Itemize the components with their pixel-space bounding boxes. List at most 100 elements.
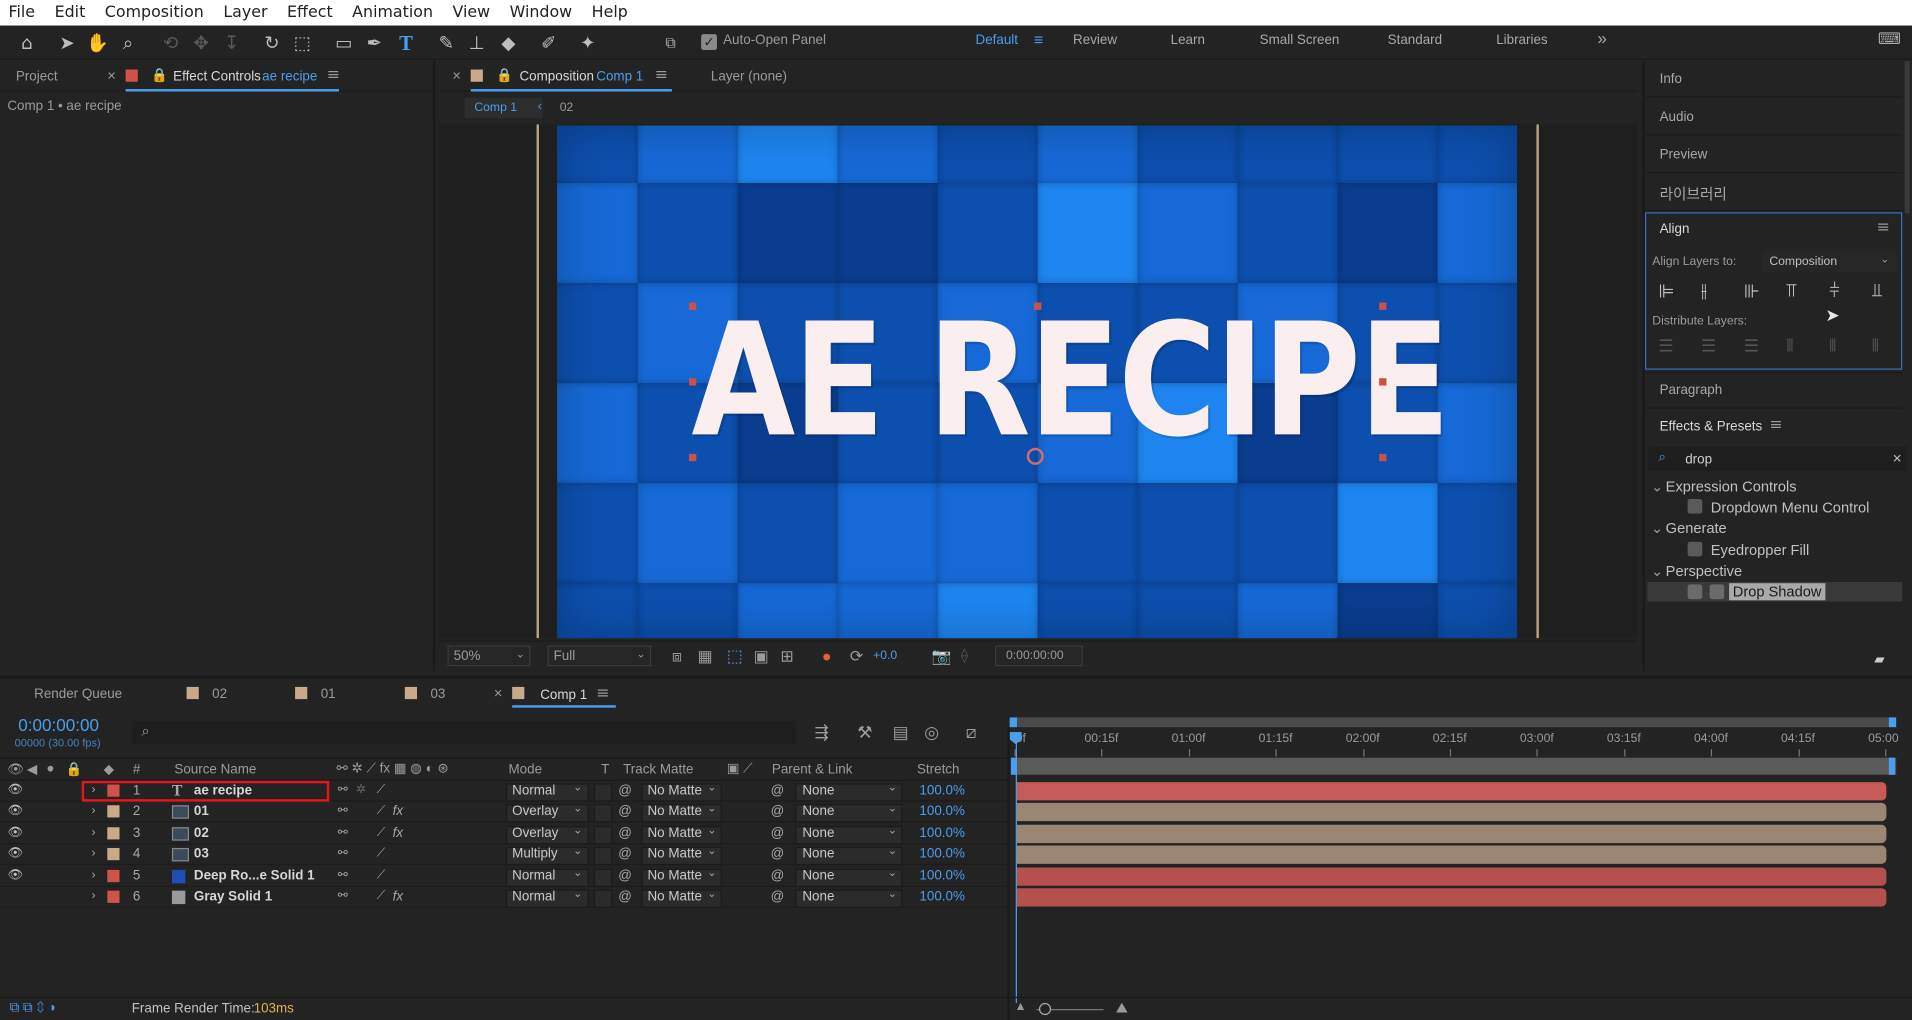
tab-comp-03[interactable]: 03 (430, 687, 445, 702)
clear-search-icon[interactable]: × (1892, 449, 1901, 467)
group-expander-icon[interactable]: ⌄ (1651, 520, 1663, 537)
quality-switch-icon[interactable]: ⟋ (377, 889, 386, 902)
parent-pickwhip-icon[interactable]: @ (771, 783, 785, 798)
lock-header-icon[interactable]: 🔒 (66, 761, 83, 778)
video-toggle-header-icon[interactable]: 👁 (7, 761, 24, 778)
zoom-in-icon[interactable]: ⛰ (1116, 999, 1128, 1017)
collapse-switch-icon[interactable]: ✲ (356, 783, 366, 796)
layer-label-swatch[interactable] (107, 848, 120, 861)
align-right-icon[interactable]: ⊪ (1744, 281, 1760, 303)
mask-path-visibility-icon[interactable]: ⬚ (727, 645, 743, 666)
group-expression-controls[interactable]: Expression Controls (1666, 478, 1797, 495)
close-tab-icon[interactable]: × (107, 67, 116, 84)
layer-search-input[interactable] (131, 721, 797, 745)
layer-stretch[interactable]: 100.0% (919, 847, 964, 862)
transform-handle[interactable] (1034, 302, 1042, 310)
distribute-right-icon[interactable]: ⫴ (1872, 336, 1879, 357)
tab-comp-1[interactable]: Comp 1 (540, 688, 587, 703)
anchor-point-icon[interactable] (1026, 447, 1044, 465)
guides-icon[interactable]: ⊞ (780, 647, 793, 667)
expand-chevron-icon[interactable]: › (91, 868, 95, 881)
workspace-standard[interactable]: Standard (1388, 33, 1442, 48)
layer-bar[interactable] (1016, 888, 1887, 907)
clone-stamp-icon[interactable]: ⊥ (465, 31, 489, 55)
timeline-panel-menu-icon[interactable]: ≡ (596, 684, 609, 702)
channel-icon[interactable]: ● (822, 647, 832, 665)
workspace-overflow-icon[interactable]: » (1597, 28, 1607, 48)
info-panel-tab[interactable]: Info (1646, 61, 1903, 98)
effect-dropdown-menu-control[interactable]: Dropdown Menu Control (1711, 499, 1870, 516)
matte-link-icon[interactable]: @ (618, 868, 632, 883)
expand-chevron-icon[interactable]: › (91, 889, 95, 902)
footer-toggle-icons[interactable]: ⧉ ⧉ ⇕ ◑ (10, 1000, 56, 1016)
group-expander-icon[interactable]: ⌄ (1651, 562, 1663, 579)
menu-layer[interactable]: Layer (215, 0, 279, 26)
menu-help[interactable]: Help (583, 0, 639, 26)
switches-header-icon[interactable]: ⚯ ✲ ⟋ fx ▦ ◍ ◐ ⊛ (337, 760, 449, 777)
layer-bar[interactable] (1016, 866, 1887, 886)
new-folder-icon[interactable]: ▰ (1874, 652, 1884, 668)
preserve-transparency[interactable] (593, 783, 613, 802)
parent-pickwhip-icon[interactable]: @ (771, 805, 785, 820)
preserve-transparency[interactable] (593, 868, 613, 887)
brush-tool-icon[interactable]: ✎ (434, 31, 458, 55)
panel-menu-icon[interactable]: ≡ (327, 66, 340, 84)
eraser-tool-icon[interactable]: ◆ (496, 31, 520, 55)
shy-switch-icon[interactable]: ⚯ (338, 868, 348, 881)
expand-chevron-icon[interactable]: › (91, 847, 95, 860)
draft-3d-icon[interactable]: ⚒ (857, 722, 872, 743)
layer-stretch[interactable]: 100.0% (919, 783, 964, 798)
menu-composition[interactable]: Composition (96, 0, 215, 26)
time-navigator[interactable] (1009, 717, 1897, 728)
parent-pickwhip-icon[interactable]: @ (771, 868, 785, 883)
col-source-name[interactable]: Source Name (174, 763, 256, 778)
parent-pickwhip-icon[interactable]: @ (771, 889, 785, 904)
workspace-review[interactable]: Review (1073, 33, 1117, 48)
work-area-bar[interactable] (1012, 757, 1897, 775)
workspace-learn[interactable]: Learn (1171, 33, 1205, 48)
eye-icon[interactable]: 👁 (7, 783, 22, 796)
rectangle-tool-icon[interactable]: ▭ (332, 31, 356, 55)
shy-switch-icon[interactable]: ⚯ (338, 783, 348, 796)
solo-header-icon[interactable]: ● (46, 761, 54, 776)
reset-exposure-icon[interactable]: ⟳ (850, 647, 863, 667)
matte-link-icon[interactable]: @ (618, 826, 632, 841)
eye-icon[interactable]: 👁 (7, 826, 22, 839)
col-parent-link[interactable]: Parent & Link (772, 763, 853, 778)
navigator-end-handle[interactable] (1888, 717, 1897, 728)
navigator-start-handle[interactable] (1009, 717, 1017, 728)
quality-switch-icon[interactable]: ⟋ (377, 868, 386, 881)
layer-label-swatch[interactable] (107, 826, 120, 840)
comp-panel-menu-icon[interactable]: ≡ (655, 66, 668, 84)
tab-effect-controls[interactable]: Effect Controls (173, 70, 261, 85)
eye-icon[interactable]: 👁 (7, 805, 22, 818)
type-tool-icon[interactable]: T (394, 31, 418, 55)
menu-view[interactable]: View (444, 0, 501, 26)
parent-pickwhip-icon[interactable]: @ (771, 847, 785, 862)
workspace-default[interactable]: Default (976, 33, 1019, 48)
group-generate[interactable]: Generate (1666, 520, 1727, 537)
transform-handle[interactable] (1379, 378, 1387, 386)
exposure-value[interactable]: +0.0 (873, 649, 897, 662)
expand-chevron-icon[interactable]: › (91, 826, 95, 839)
composition-mini-flowchart-icon[interactable]: ⇶ (815, 722, 829, 743)
matte-switch-header-icon[interactable]: ▣ ⟋ (727, 760, 753, 777)
fx-switch-icon[interactable]: fx (393, 889, 403, 904)
col-track-matte[interactable]: Track Matte (623, 763, 693, 778)
expand-chevron-icon[interactable]: › (91, 805, 95, 818)
auto-open-checkbox[interactable]: ✓ (701, 34, 718, 51)
menu-effect[interactable]: Effect (278, 0, 343, 26)
region-of-interest-icon[interactable]: ▣ (754, 647, 769, 667)
layer-stretch[interactable]: 100.0% (919, 805, 964, 820)
align-left-icon[interactable]: ⊫ (1658, 281, 1674, 303)
search-help-icon[interactable]: ⌨ (1878, 29, 1901, 49)
tab-comp-01[interactable]: 01 (321, 687, 336, 702)
layer-bar[interactable] (1016, 803, 1887, 822)
hide-shy-layers-icon[interactable]: ▤ (893, 722, 909, 743)
comp-lock-icon[interactable]: 🔒 (496, 67, 513, 83)
transform-handle[interactable] (688, 378, 697, 386)
pan-behind-tool-icon[interactable]: ⬚ (290, 31, 314, 55)
layer-name[interactable]: 03 (194, 847, 209, 862)
transform-handle[interactable] (1379, 453, 1387, 462)
layer-stretch[interactable]: 100.0% (919, 889, 964, 904)
